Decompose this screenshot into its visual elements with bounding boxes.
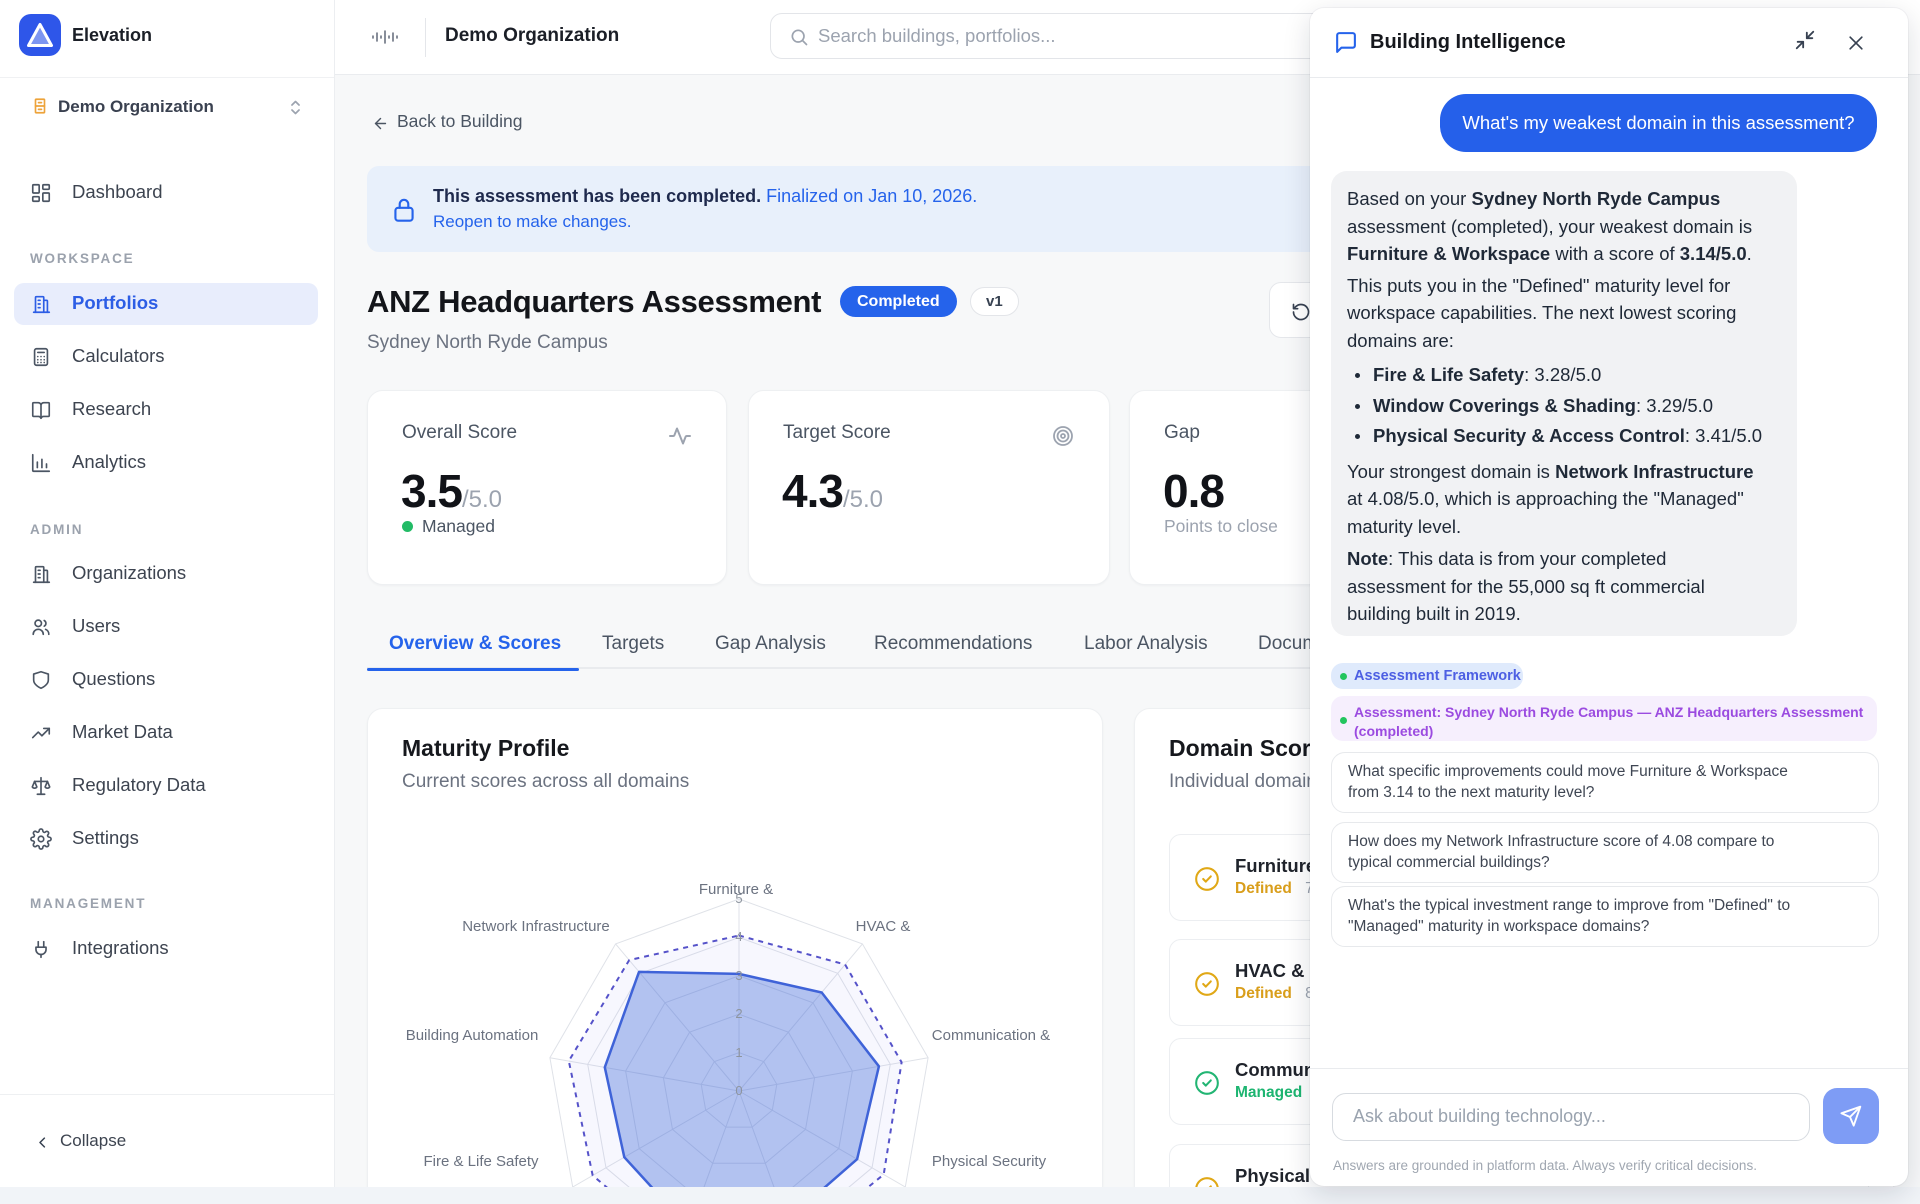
svg-text:Fire & Life Safety: Fire & Life Safety bbox=[423, 1153, 539, 1170]
svg-text:3: 3 bbox=[735, 968, 742, 983]
svg-text:1: 1 bbox=[735, 1045, 742, 1060]
svg-text:Furniture &: Furniture & bbox=[699, 881, 773, 898]
svg-text:HVAC &: HVAC & bbox=[856, 918, 911, 935]
svg-text:Network Infrastructure: Network Infrastructure bbox=[462, 918, 610, 935]
svg-text:2: 2 bbox=[735, 1006, 742, 1021]
svg-text:Physical Security: Physical Security bbox=[932, 1153, 1047, 1170]
svg-text:Communication &: Communication & bbox=[932, 1027, 1050, 1044]
svg-text:0: 0 bbox=[735, 1083, 742, 1098]
svg-text:4: 4 bbox=[735, 929, 742, 944]
svg-text:Building Automation: Building Automation bbox=[406, 1027, 539, 1044]
